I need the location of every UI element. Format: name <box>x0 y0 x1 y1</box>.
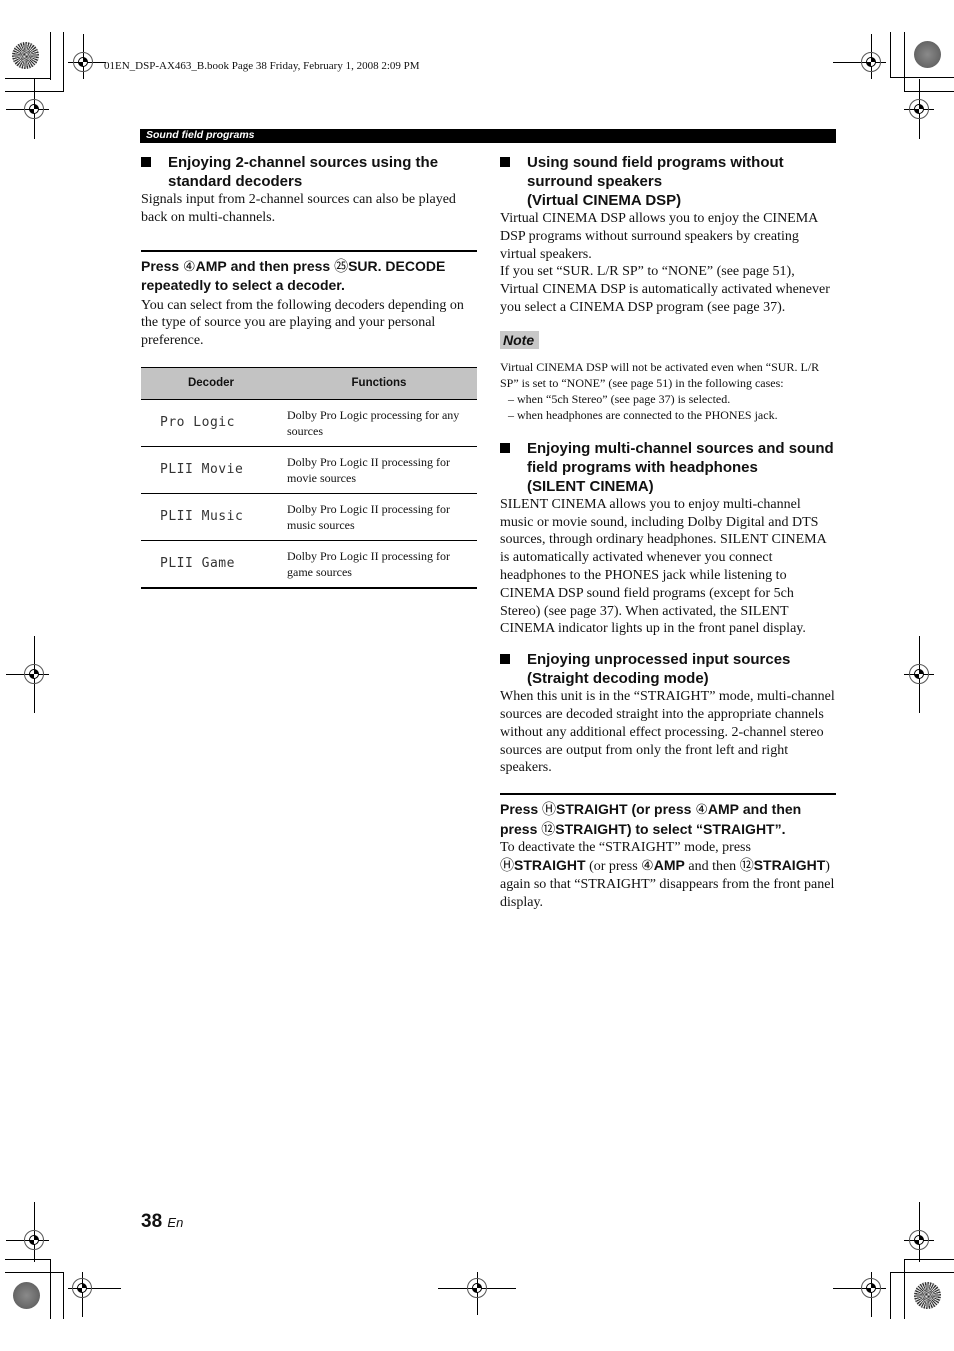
button-h-icon: Ⓗ <box>542 801 557 818</box>
note-body: Virtual CINEMA DSP will not be activated… <box>500 359 820 390</box>
button-h-icon: Ⓗ <box>500 856 514 873</box>
bullet-square-icon <box>141 157 151 167</box>
key-straight: STRAIGHT <box>555 820 627 837</box>
key-amp: AMP <box>195 257 227 274</box>
section-heading-straight: Enjoying unprocessed input sources (Stra… <box>500 650 836 688</box>
decoder-name: Pro Logic <box>141 399 281 447</box>
decoder-function: Dolby Pro Logic processing for any sourc… <box>281 399 477 447</box>
column-header-functions: Functions <box>281 366 477 400</box>
crop-line <box>5 1272 64 1273</box>
table-row: Pro Logic Dolby Pro Logic processing for… <box>141 399 477 447</box>
right-column: Using sound field programs without surro… <box>500 153 836 911</box>
crop-line <box>50 32 51 80</box>
table-row: PLII Game Dolby Pro Logic II processing … <box>141 540 477 589</box>
color-target-icon <box>12 42 39 69</box>
bullet-square-icon <box>500 157 510 167</box>
key-amp: AMP <box>653 856 685 873</box>
crop-line <box>63 1272 64 1319</box>
button-4-icon: ④ <box>695 801 708 818</box>
color-target-icon <box>914 41 941 68</box>
bullet-square-icon <box>500 654 510 665</box>
decoder-name: PLII Game <box>141 540 281 589</box>
table-header-row: Decoder Functions <box>141 366 477 400</box>
section-heading-silent-cinema: Enjoying multi-channel sources and sound… <box>500 439 836 496</box>
crop-line <box>904 32 905 92</box>
heading-text: Using sound field programs without surro… <box>527 154 784 190</box>
color-target-icon <box>914 1282 941 1309</box>
step-text: and then press <box>226 257 335 274</box>
note-item: – when headphones are connected to the P… <box>508 407 778 422</box>
section-heading-2ch: Enjoying 2-channel sources using the sta… <box>141 153 477 191</box>
decoder-function: Dolby Pro Logic II processing for movie … <box>281 446 477 494</box>
instruction-step: Press ④AMP and then press ㉕SUR. DECODE r… <box>141 249 477 296</box>
button-25-icon: ㉕ <box>334 257 349 274</box>
color-target-icon <box>13 1282 40 1309</box>
crop-line <box>904 91 954 92</box>
heading-text: Enjoying unprocessed input sources <box>527 651 791 669</box>
crop-line <box>890 32 891 78</box>
key-straight: STRAIGHT <box>556 801 628 818</box>
intro-text: Signals input from 2-channel sources can… <box>141 192 456 225</box>
silent-para: SILENT CINEMA allows you to enjoy multi-… <box>500 496 826 637</box>
decoder-function: Dolby Pro Logic II processing for music … <box>281 493 477 541</box>
key-sur-decode: SUR. DECODE <box>348 257 446 274</box>
language-code: En <box>167 1215 184 1230</box>
step-text: repeatedly to select a decoder. <box>141 277 345 294</box>
page-number-value: 38 <box>141 1211 163 1232</box>
button-12-icon: ⑫ <box>739 856 754 873</box>
heading-text: (Straight decoding mode) <box>527 670 709 688</box>
section-heading-virtual-cinema: Using sound field programs without surro… <box>500 153 836 210</box>
bullet-square-icon <box>500 442 510 453</box>
straight-para: When this unit is in the “STRAIGHT” mode… <box>500 689 835 776</box>
heading-text: Enjoying 2-channel sources using the sta… <box>168 154 439 190</box>
decoder-name: PLII Music <box>141 493 281 541</box>
step-text: (or press <box>627 801 696 818</box>
step-text: ) to select “STRAIGHT”. <box>626 820 786 837</box>
heading-text: (Virtual CINEMA DSP) <box>527 192 682 209</box>
note-text: Virtual CINEMA DSP will not be activated… <box>500 359 836 423</box>
crop-line <box>890 1272 891 1319</box>
key-straight: STRAIGHT <box>753 856 826 873</box>
text: To deactivate the “STRAIGHT” mode, press <box>500 840 751 856</box>
table-row: PLII Music Dolby Pro Logic II processing… <box>141 493 477 541</box>
virtual-para-2: If you set “SUR. L/R SP” to “NONE” (see … <box>500 264 830 315</box>
decoder-name: PLII Movie <box>141 446 281 494</box>
button-4-icon: ④ <box>641 856 654 873</box>
note-label: Note <box>500 330 540 349</box>
crop-line <box>890 1272 954 1273</box>
heading-text: Enjoying multi-channel sources and sound… <box>527 439 834 476</box>
section-bar: Sound field programs <box>140 129 836 143</box>
text: (or press <box>585 858 642 874</box>
page-number: 38 En <box>141 1211 183 1233</box>
deactivate-text: To deactivate the “STRAIGHT” mode, press… <box>500 839 836 911</box>
table-row: PLII Movie Dolby Pro Logic II processing… <box>141 446 477 494</box>
crop-line <box>904 1259 954 1260</box>
note-item: – when “5ch Stereo” (see page 37) is sel… <box>508 391 731 406</box>
step-text: Press <box>141 257 184 274</box>
decoder-table: Decoder Functions Pro Logic Dolby Pro Lo… <box>141 366 477 589</box>
section-label: Sound field programs <box>146 129 255 141</box>
step-text: Press <box>500 801 543 818</box>
virtual-para-1: Virtual CINEMA DSP allows you to enjoy t… <box>500 211 818 262</box>
key-amp: AMP <box>707 801 739 818</box>
crop-line <box>5 1259 51 1260</box>
text: and then <box>684 858 740 874</box>
crop-line <box>50 1259 51 1319</box>
crop-line <box>5 78 51 79</box>
column-header-decoder: Decoder <box>141 366 281 400</box>
button-12-icon: ⑫ <box>541 820 556 837</box>
key-straight: STRAIGHT <box>514 856 586 873</box>
left-column: Enjoying 2-channel sources using the sta… <box>141 153 477 589</box>
heading-text: (SILENT CINEMA) <box>527 477 654 495</box>
crop-line <box>890 77 954 78</box>
decoder-function: Dolby Pro Logic II processing for game s… <box>281 540 477 589</box>
instruction-step-straight: Press ⒽSTRAIGHT (or press ④AMP and then … <box>500 793 836 839</box>
crop-line <box>63 32 64 92</box>
step-description: You can select from the following decode… <box>141 297 464 349</box>
button-4-icon: ④ <box>183 257 196 274</box>
crop-line <box>904 1259 905 1319</box>
print-header: 01EN_DSP-AX463_B.book Page 38 Friday, Fe… <box>104 60 420 72</box>
